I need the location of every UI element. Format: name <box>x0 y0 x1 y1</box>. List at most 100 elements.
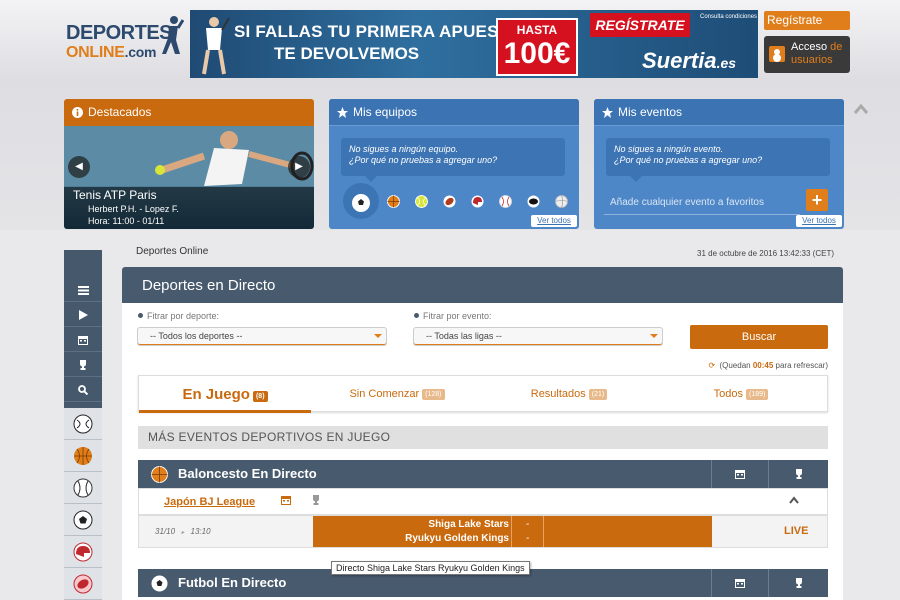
featured-event-players: Herbert P.H. - Lopez F. <box>88 204 179 214</box>
basketball-icon <box>74 447 92 465</box>
section-calendar-button[interactable] <box>711 460 768 488</box>
basketball-section-title: Baloncesto En Directo <box>178 466 317 481</box>
banner-amount: 100€ <box>503 37 571 70</box>
basketball-section-header[interactable]: Baloncesto En Directo <box>138 460 828 488</box>
register-button[interactable]: Regístrate <box>764 11 850 30</box>
my-teams-header: Mis equipos <box>329 99 579 126</box>
my-teams-card: Mis equipos No sigues a ningún equipo. ¿… <box>329 99 579 229</box>
tab-all[interactable]: Todos (189) <box>655 376 827 413</box>
home-team: Shiga Lake Stars <box>428 519 509 530</box>
sidebar-search-button[interactable] <box>64 380 102 402</box>
add-favorite-event-input[interactable]: Añade cualquier evento a favoritos <box>604 191 800 215</box>
sidebar-menu-button[interactable] <box>64 280 102 302</box>
add-favorite-button[interactable]: + <box>806 189 828 211</box>
away-score: - <box>526 533 530 544</box>
event-row[interactable]: 31/10 ▸ 13:10 Shiga Lake Stars Ryukyu Go… <box>138 515 828 548</box>
breadcrumb[interactable]: Deportes Online <box>136 246 208 257</box>
soccer-icon <box>73 510 93 530</box>
section-trophy-button[interactable] <box>768 569 828 597</box>
calendar-icon[interactable] <box>281 495 291 505</box>
info-icon <box>72 107 83 118</box>
away-team: Ryukyu Golden Kings <box>405 533 509 544</box>
featured-event-time: Hora: 11:00 - 01/11 <box>88 216 165 226</box>
ad-banner[interactable]: SI FALLAS TU PRIMERA APUESTA TE DEVOLVEM… <box>190 10 758 78</box>
volleyball-icon[interactable] <box>555 195 568 208</box>
my-teams-see-all-link[interactable]: Ver todos <box>531 215 577 227</box>
sidebar-sport-rugby[interactable] <box>64 568 102 600</box>
live-badge[interactable]: LIVE <box>784 525 808 537</box>
featured-event-name: Tenis ATP Paris <box>73 188 157 202</box>
my-events-header: Mis eventos <box>594 99 844 126</box>
sport-filter-select[interactable]: -- Todos los deportes -- <box>137 327 387 346</box>
team-sport-selector <box>343 183 569 219</box>
login-button[interactable]: Acceso de usuarios <box>764 36 850 73</box>
section-calendar-button[interactable] <box>711 569 768 597</box>
current-datetime: 31 de octubre de 2016 13:42:33 (CET) <box>697 249 834 258</box>
basketball-icon <box>151 466 168 483</box>
event-filter-select[interactable]: -- Todas las ligas -- <box>413 327 663 346</box>
sidebar-sport-basketball[interactable] <box>64 440 102 472</box>
scroll-up-icon[interactable] <box>853 103 869 115</box>
banner-brand: Suertia.es <box>642 48 737 73</box>
banner-conditions[interactable]: Consulta condiciones <box>700 13 757 21</box>
login-label: Acceso de usuarios <box>791 41 843 66</box>
league-row[interactable]: Japón BJ League <box>138 488 828 515</box>
search-button[interactable]: Buscar <box>690 325 828 349</box>
basketball-icon[interactable] <box>387 195 400 208</box>
sidebar-results-button[interactable] <box>64 355 102 377</box>
tennis-icon[interactable] <box>415 195 428 208</box>
home-score: - <box>526 519 530 530</box>
american-football-icon[interactable] <box>443 195 456 208</box>
trophy-icon[interactable] <box>311 495 321 505</box>
tab-results[interactable]: Resultados (21) <box>483 376 655 413</box>
star-icon <box>337 107 348 118</box>
rugby-icon <box>73 574 93 594</box>
tab-in-play[interactable]: En Juego (8) <box>139 376 311 413</box>
sidebar-sport-helmet[interactable] <box>64 536 102 568</box>
event-teams-link[interactable]: Shiga Lake Stars Ryukyu Golden Kings - - <box>313 516 712 547</box>
trophy-icon <box>796 469 802 479</box>
trophy-icon <box>80 360 86 370</box>
featured-prev-button[interactable]: ◀ <box>68 156 90 178</box>
chevron-right-icon: ▸ <box>181 530 185 536</box>
featured-card-header: Destacados <box>64 99 314 126</box>
calendar-icon <box>735 470 745 479</box>
logo-line2: ONLINE.com <box>66 44 157 61</box>
sidebar-sport-soccer[interactable] <box>64 504 102 536</box>
event-tooltip: Directo Shiga Lake Stars Ryukyu Golden K… <box>331 561 530 575</box>
sidebar-live-button[interactable] <box>64 305 102 327</box>
site-logo[interactable]: DEPORTES ONLINE.com <box>66 16 186 66</box>
my-events-message: No sigues a ningún evento. ¿Por qué no p… <box>606 138 830 182</box>
tennis-player-figure <box>202 17 230 75</box>
football-icon <box>151 575 168 592</box>
my-events-see-all-link[interactable]: Ver todos <box>796 215 842 227</box>
featured-card: Destacados ◀ ▶ Tenis ATP Paris Herbert P… <box>64 99 314 229</box>
banner-register-button[interactable]: REGÍSTRATE <box>590 13 690 37</box>
league-name-link[interactable]: Japón BJ League <box>164 496 255 508</box>
menu-icon <box>77 286 89 295</box>
refresh-countdown[interactable]: ⟳ (Quedan 00:45 para refrescar) <box>709 361 828 370</box>
calendar-icon <box>735 579 745 588</box>
tab-not-started[interactable]: Sin Comenzar (128) <box>311 376 483 413</box>
section-trophy-button[interactable] <box>768 460 828 488</box>
baseball-icon[interactable] <box>499 195 512 208</box>
banner-hasta: HASTA <box>516 23 558 37</box>
football-icon[interactable] <box>351 193 371 213</box>
event-status-tabs: En Juego (8) Sin Comenzar (128) Resultados… <box>138 375 828 413</box>
sidebar-sport-football[interactable] <box>64 408 102 440</box>
event-datetime: 31/10 ▸ 13:10 <box>155 527 211 536</box>
my-events-card: Mis eventos No sigues a ningún evento. ¿… <box>594 99 844 229</box>
sport-filter-label: Fitrar por deporte: <box>138 311 219 321</box>
featured-event-image[interactable]: ◀ ▶ Tenis ATP Paris Herbert P.H. - Lopez… <box>64 126 314 229</box>
play-icon <box>78 310 88 320</box>
trophy-icon <box>796 578 802 588</box>
my-teams-message: No sigues a ningún equipo. ¿Por qué no p… <box>341 138 565 182</box>
sidebar-calendar-button[interactable] <box>64 330 102 352</box>
featured-next-button[interactable]: ▶ <box>288 156 310 178</box>
helmet-icon <box>73 542 93 562</box>
football-section-title: Futbol En Directo <box>178 575 287 590</box>
hockey-puck-icon[interactable] <box>527 195 540 208</box>
chevron-up-icon[interactable] <box>789 496 799 504</box>
sidebar-sport-baseball[interactable] <box>64 472 102 504</box>
hockey-helmet-icon[interactable] <box>471 195 484 208</box>
